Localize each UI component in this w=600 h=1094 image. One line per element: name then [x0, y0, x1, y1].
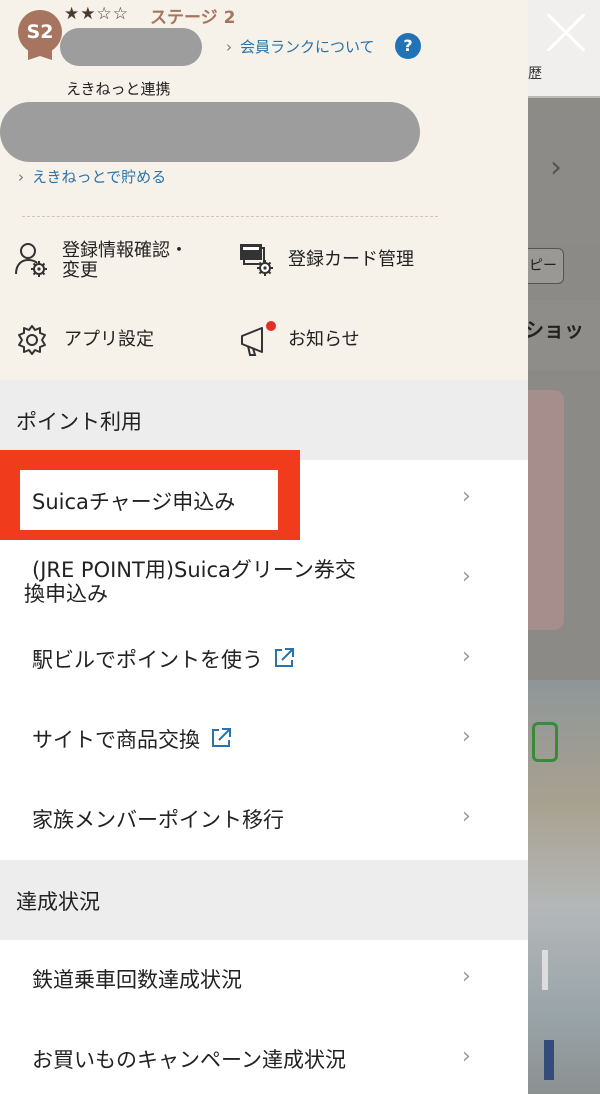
- list-item-station-building[interactable]: 駅ビルでポイントを使う ›: [0, 620, 528, 700]
- section-title: 達成状況: [16, 890, 100, 914]
- dashed-divider: [22, 216, 438, 217]
- card-management-button[interactable]: 登録カード管理: [240, 240, 440, 280]
- user-settings-icon: [15, 243, 47, 277]
- background-section-title: ショッ: [528, 318, 584, 342]
- family-transfer-label: 家族メンバーポイント移行: [32, 808, 284, 832]
- user-name-redacted: [60, 28, 202, 66]
- registration-info-label-line1: 登録情報確認・: [62, 240, 188, 261]
- background-card: [528, 98, 600, 243]
- background-person: [542, 950, 548, 990]
- app-settings-button[interactable]: アプリ設定: [16, 320, 216, 360]
- list-item-shopping-campaign[interactable]: お買いものキャンペーン達成状況 ›: [0, 1020, 528, 1094]
- background-sign-icon: [532, 722, 558, 762]
- section-title: ポイント利用: [16, 410, 142, 434]
- registration-info-button[interactable]: 登録情報確認・ 変更: [14, 240, 214, 284]
- ekinet-id-redacted: [0, 102, 420, 162]
- list-item-train-rides[interactable]: 鉄道乗車回数達成状況 ›: [0, 940, 528, 1020]
- shopping-campaign-label: お買いものキャンペーン達成状況: [32, 1048, 346, 1072]
- member-rank-link-label: 会員ランクについて: [240, 38, 375, 56]
- side-drawer: S2 ★★☆☆ ステージ 2 › 会員ランクについて ? えきねっと連携 › えきね…: [0, 0, 528, 1094]
- chevron-right-icon: ›: [226, 38, 232, 56]
- app-settings-label: アプリ設定: [64, 329, 154, 350]
- background-banner: [528, 390, 564, 630]
- notices-button[interactable]: お知らせ: [240, 320, 440, 360]
- background-section: ショッ: [528, 300, 600, 370]
- suica-charge-label[interactable]: Suicaチャージ申込み: [32, 486, 235, 516]
- external-link-icon: [212, 728, 231, 747]
- profile-panel: S2 ★★☆☆ ステージ 2 › 会員ランクについて ? えきねっと連携 › えきね…: [0, 0, 528, 380]
- megaphone-icon: [241, 321, 276, 356]
- station-building-label-wrap: 駅ビルでポイントを使う: [32, 644, 295, 674]
- chevron-right-icon: ›: [462, 724, 471, 749]
- gear-icon: [18, 325, 46, 355]
- section-header-achievement: 達成状況: [0, 860, 528, 940]
- card-settings-icon: [240, 244, 273, 276]
- chevron-right-icon: ›: [462, 964, 471, 989]
- card-management-label: 登録カード管理: [288, 249, 414, 270]
- background-history-tab: 歴: [528, 66, 542, 82]
- notice-dot-icon: [266, 321, 276, 331]
- close-icon[interactable]: [538, 6, 592, 60]
- notices-label: お知らせ: [288, 329, 360, 350]
- background-chevron-icon: ›: [550, 150, 562, 185]
- help-icon[interactable]: ?: [395, 33, 421, 59]
- green-ticket-label-line2: 換申込み: [24, 582, 108, 606]
- member-rank-link[interactable]: › 会員ランクについて: [226, 36, 375, 57]
- background-person: [544, 1040, 554, 1080]
- rank-stars: ★★☆☆: [64, 4, 129, 24]
- ekinet-save-link[interactable]: › えきねっとで貯める: [18, 166, 166, 187]
- list-item-site-exchange[interactable]: サイトで商品交換 ›: [0, 700, 528, 780]
- ekinet-label: えきねっと連携: [66, 80, 171, 98]
- section-header-point-usage: ポイント利用: [0, 380, 528, 460]
- background-copy-button: ピー: [528, 248, 564, 284]
- external-link-icon: [275, 648, 294, 667]
- chevron-right-icon: ›: [462, 804, 471, 829]
- list-item-family-transfer[interactable]: 家族メンバーポイント移行 ›: [0, 780, 528, 860]
- station-building-label: 駅ビルでポイントを使う: [32, 648, 263, 672]
- chevron-right-icon: ›: [462, 484, 471, 509]
- train-rides-label: 鉄道乗車回数達成状況: [32, 968, 242, 992]
- ekinet-save-link-label: えきねっとで貯める: [32, 168, 167, 186]
- chevron-right-icon: ›: [462, 1044, 471, 1069]
- stage-label: ステージ 2: [150, 8, 236, 28]
- dimmed-background[interactable]: 歴 › ピー ショッ: [528, 0, 600, 1094]
- list-item-green-ticket[interactable]: (JRE POINT用)Suicaグリーン券交 換申込み ›: [0, 540, 528, 620]
- chevron-right-icon: ›: [462, 644, 471, 669]
- chevron-right-icon: ›: [462, 564, 471, 589]
- rank-badge-icon: S2: [18, 10, 62, 54]
- chevron-right-icon: ›: [18, 168, 24, 186]
- site-exchange-label: サイトで商品交換: [32, 728, 200, 752]
- site-exchange-label-wrap: サイトで商品交換: [32, 724, 232, 754]
- registration-info-label-line2: 変更: [62, 260, 98, 281]
